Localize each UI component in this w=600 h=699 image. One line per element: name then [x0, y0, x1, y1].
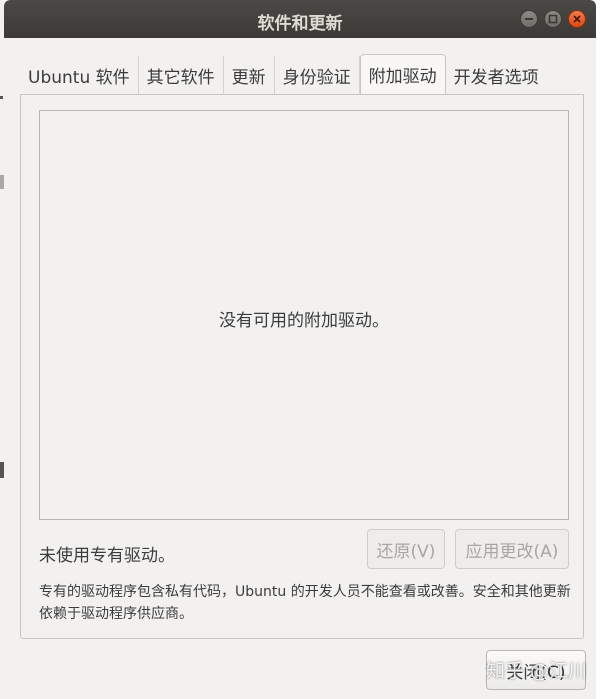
revert-button[interactable]: 还原(V)	[367, 529, 445, 569]
tab-additional-drivers[interactable]: 附加驱动	[359, 54, 446, 94]
tab-other-software[interactable]: 其它软件	[139, 56, 224, 94]
maximize-button[interactable]	[544, 10, 562, 28]
proprietary-driver-note: 专有的驱动程序包含私有代码，Ubuntu 的开发人员不能查看或改善。安全和其他更…	[39, 584, 571, 622]
close-icon	[573, 15, 581, 23]
minimize-button[interactable]	[520, 10, 538, 28]
window-title: 软件和更新	[257, 14, 343, 34]
tab-bar: Ubuntu 软件 其它软件 更新 身份验证 附加驱动 开发者选项	[20, 54, 547, 94]
tab-developer-options[interactable]: 开发者选项	[446, 56, 547, 94]
tab-updates[interactable]: 更新	[224, 56, 275, 94]
driver-list: 没有可用的附加驱动。	[39, 110, 569, 520]
apply-changes-button[interactable]: 应用更改(A)	[455, 529, 569, 569]
tab-authentication[interactable]: 身份验证	[275, 56, 360, 94]
maximize-icon	[548, 14, 558, 24]
additional-drivers-panel: 没有可用的附加驱动。 未使用专有驱动。 还原(V) 应用更改(A) 专有的驱动程…	[20, 94, 584, 639]
titlebar[interactable]: 软件和更新	[4, 0, 596, 38]
tab-ubuntu-software[interactable]: Ubuntu 软件	[20, 56, 139, 94]
driver-status: 未使用专有驱动。	[39, 546, 175, 566]
background-mark	[0, 96, 3, 99]
close-button[interactable]: 关闭(C)	[486, 650, 586, 690]
minimize-icon	[525, 18, 533, 20]
close-window-button[interactable]	[568, 10, 586, 28]
empty-driver-message: 没有可用的附加驱动。	[219, 311, 389, 331]
software-updates-window: 软件和更新 Ubuntu 软件 其它软件 更新 身份验证 附加驱动 开发者选项 …	[4, 0, 596, 699]
